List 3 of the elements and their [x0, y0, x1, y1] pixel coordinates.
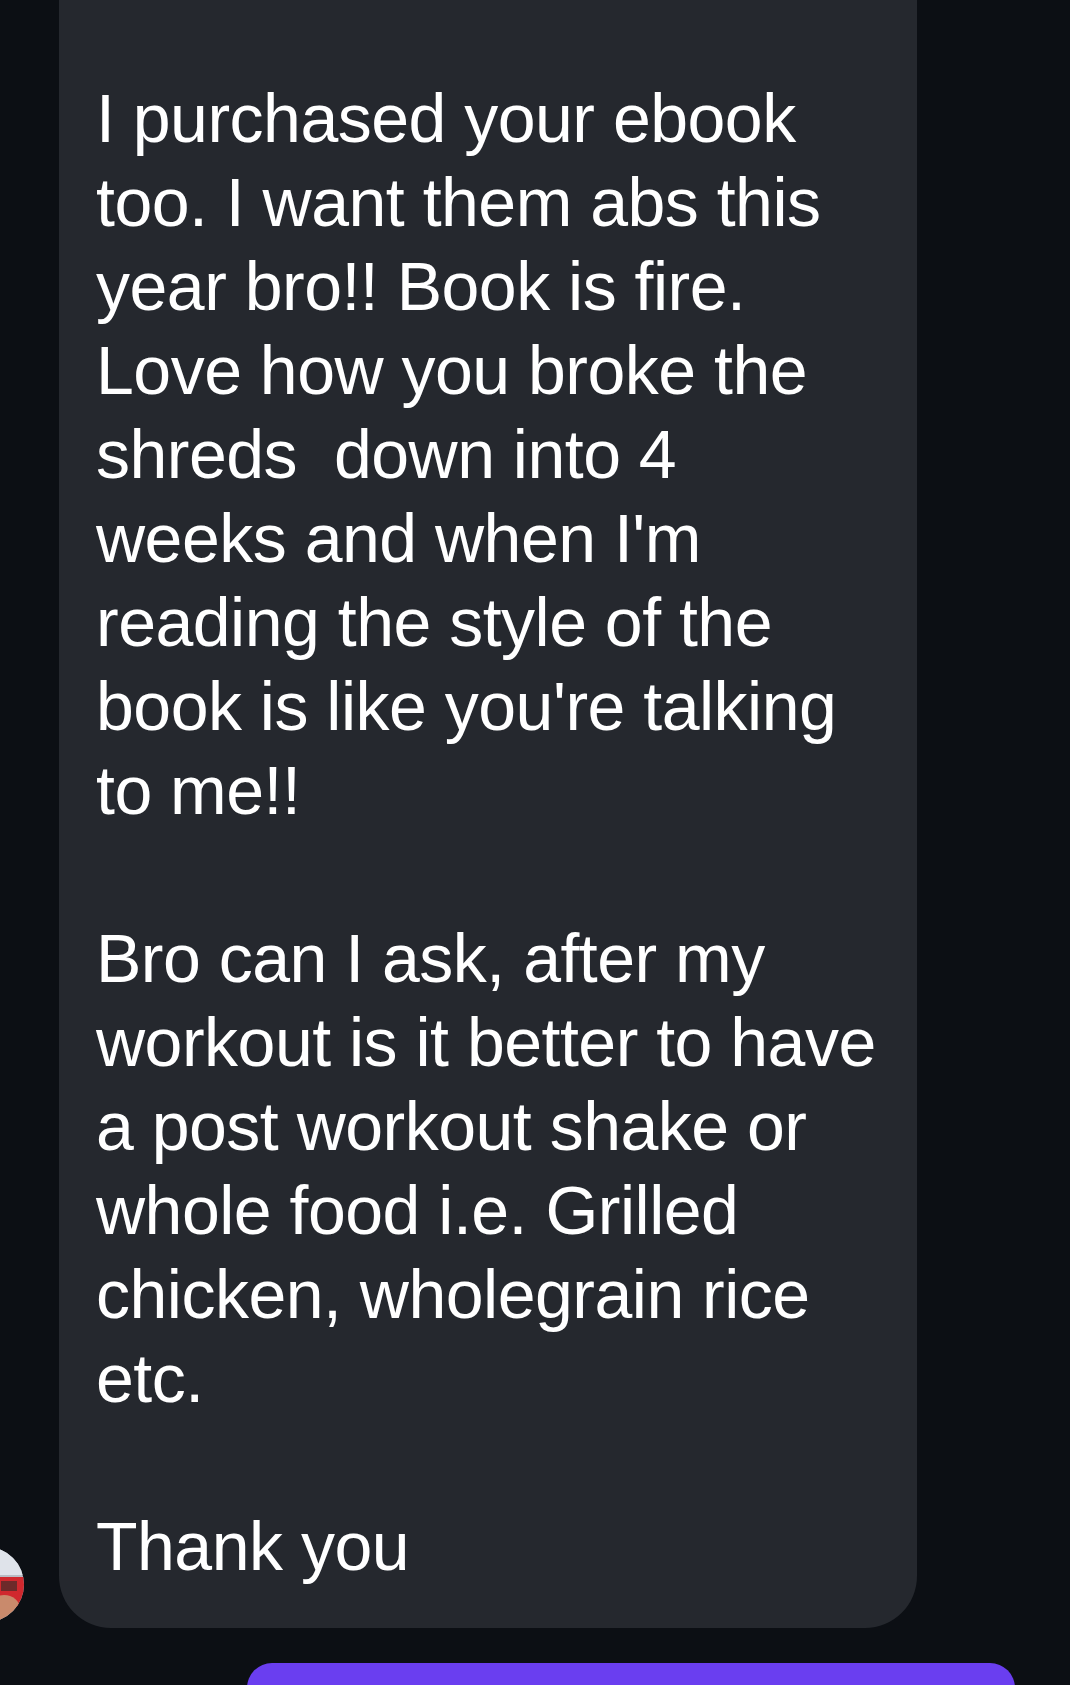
message-text: Bro can I ask, after my workout is it better to have a post workout shake or whole food i.e. Grilled chicken, wholegrain rice etc.: [96, 919, 877, 1418]
message-text: I purchased your ebook too. I want them abs this year bro!! Book is fire. Love how you broke the shreds down into 4 weeks and when I'm reading the style of the book is like you're talking to me!!: [96, 79, 838, 830]
message-text: Thank you: [96, 1507, 411, 1586]
